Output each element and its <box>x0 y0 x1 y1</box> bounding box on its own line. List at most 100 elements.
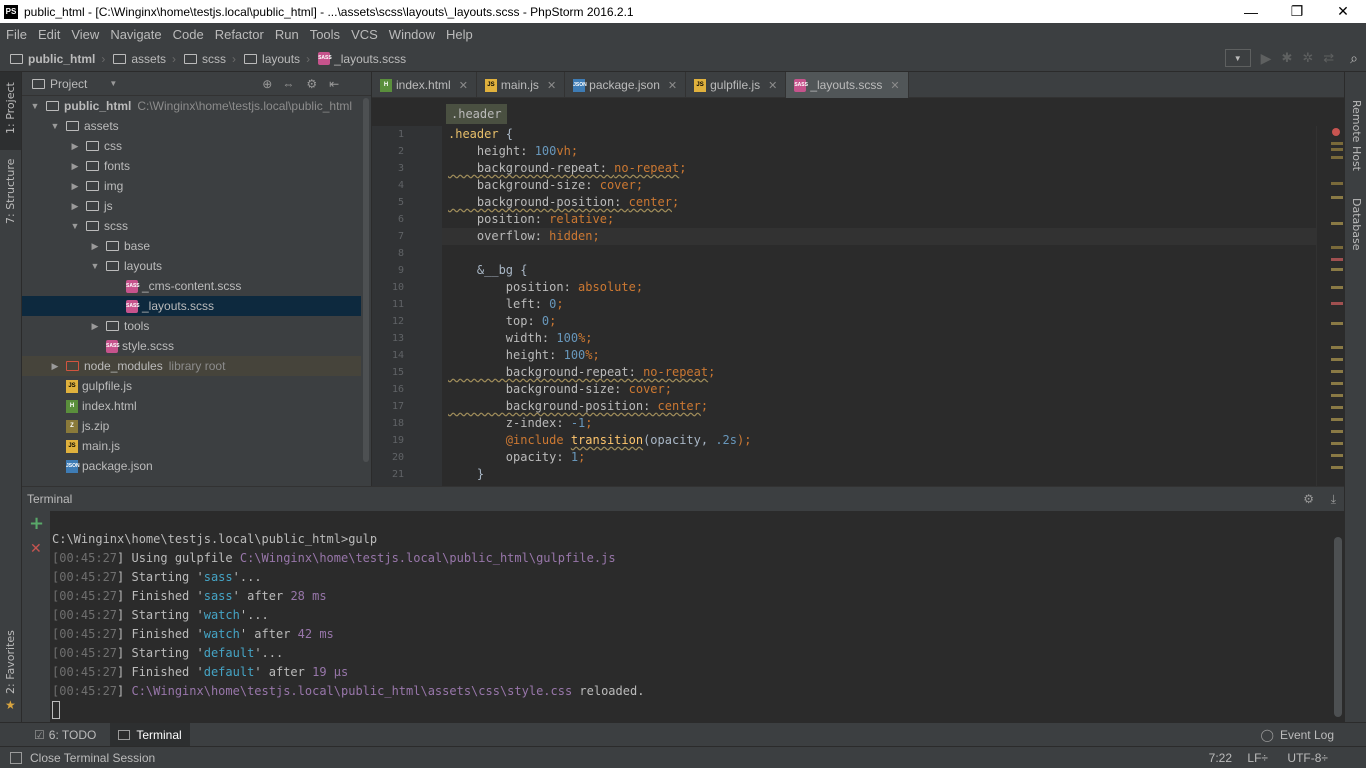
menu-file[interactable]: File <box>0 27 32 42</box>
minimize-button[interactable]: — <box>1228 0 1274 23</box>
file-encoding[interactable]: UTF-8÷ <box>1287 751 1328 765</box>
code-editor[interactable]: .header 1 2 3 4 5 6 7 8 9 10 11 12 13 14 15 16 17 18 19 20 2… <box>372 98 1344 486</box>
code-line[interactable]: opacity: 1; <box>448 449 586 466</box>
editor-tab[interactable]: JSON package.json ✕ <box>565 72 687 98</box>
tree-item[interactable]: ▼ scss <box>22 216 362 236</box>
code-line[interactable]: position: relative; <box>448 211 614 228</box>
menu-refactor[interactable]: Refactor <box>209 27 269 42</box>
close-tab-icon[interactable]: ✕ <box>547 79 556 92</box>
warning-marker[interactable] <box>1331 258 1343 261</box>
chevron-down-icon[interactable]: ▼ <box>28 101 42 111</box>
chevron-right-icon[interactable]: ▶ <box>88 321 102 332</box>
warning-marker[interactable] <box>1331 182 1343 185</box>
editor-tab[interactable]: SASS _layouts.scss ✕ <box>786 72 909 98</box>
menu-code[interactable]: Code <box>167 27 209 42</box>
breadcrumb-item[interactable]: SASS _layouts.scss <box>314 52 410 66</box>
tree-item[interactable]: ▶ js <box>22 196 362 216</box>
close-tab-icon[interactable]: ✕ <box>459 79 468 92</box>
code-line[interactable]: background-position: center; <box>448 398 708 415</box>
tree-item[interactable]: SASS _cms-content.scss <box>22 276 362 296</box>
menu-help[interactable]: Help <box>440 27 478 42</box>
code-line[interactable]: background-repeat: no-repeat; <box>448 364 716 381</box>
line-separator[interactable]: LF÷ <box>1247 751 1268 765</box>
code-line[interactable]: position: absolute; <box>448 279 643 296</box>
warning-marker[interactable] <box>1331 268 1343 271</box>
new-session-icon[interactable]: + <box>29 513 44 534</box>
tree-item[interactable]: ▼ assets <box>22 116 362 136</box>
close-tab-icon[interactable]: ✕ <box>768 79 777 92</box>
tree-item[interactable]: ▶ fonts <box>22 156 362 176</box>
close-tab-icon[interactable]: ✕ <box>890 79 899 92</box>
tree-item[interactable]: JSON package.json <box>22 456 362 476</box>
maximize-button[interactable]: ❐ <box>1274 0 1320 23</box>
code-line[interactable]: background-size: cover; <box>448 177 643 194</box>
search-everywhere-icon[interactable]: ⌕ <box>1350 50 1358 67</box>
code-area[interactable]: .header { height: 100vh; background-repe… <box>372 126 1316 486</box>
chevron-right-icon[interactable]: ▶ <box>68 201 82 212</box>
code-line[interactable]: } <box>448 466 484 483</box>
menu-edit[interactable]: Edit <box>32 27 65 42</box>
breadcrumb-item[interactable]: scss › <box>180 52 240 66</box>
breadcrumb-item[interactable]: layouts › <box>240 52 314 66</box>
toggle-tool-windows-icon[interactable] <box>10 751 22 764</box>
warning-marker[interactable] <box>1331 246 1343 249</box>
tree-item[interactable]: Zjs.zip <box>22 416 362 436</box>
code-line[interactable]: .header { <box>448 126 513 143</box>
menu-tools[interactable]: Tools <box>304 27 345 42</box>
project-view-selector[interactable]: Project <box>50 77 87 91</box>
tree-item[interactable]: ▶ node_modules library root <box>22 356 362 376</box>
error-stripe[interactable] <box>1316 126 1344 486</box>
tree-item[interactable]: ▶ css <box>22 136 362 156</box>
chevron-right-icon[interactable]: ▶ <box>48 361 62 372</box>
tree-item[interactable]: Hindex.html <box>22 396 362 416</box>
remote-host-tool-label[interactable]: Remote Host <box>1350 100 1363 171</box>
menu-view[interactable]: View <box>65 27 104 42</box>
close-tab-icon[interactable]: ✕ <box>668 79 677 92</box>
code-line[interactable]: width: 100%; <box>448 330 593 347</box>
tree-item[interactable]: SASS _layouts.scss <box>22 296 362 316</box>
warning-marker[interactable] <box>1331 346 1343 349</box>
warning-marker[interactable] <box>1331 148 1343 151</box>
terminal-scrollbar[interactable] <box>1334 537 1342 717</box>
code-line[interactable]: top: 0; <box>448 313 557 330</box>
menu-window[interactable]: Window <box>383 27 440 42</box>
warning-marker[interactable] <box>1331 442 1343 445</box>
project-scrollbar[interactable] <box>361 96 371 462</box>
code-line[interactable]: &__bg { <box>448 262 528 279</box>
hide-panel-icon[interactable]: ⇤ <box>329 77 339 91</box>
breadcrumb-item[interactable]: assets › <box>109 52 180 66</box>
tree-item[interactable]: ▶ img <box>22 176 362 196</box>
warning-marker[interactable] <box>1331 142 1343 145</box>
chevron-down-icon[interactable]: ▼ <box>68 221 82 231</box>
tab-todo[interactable]: ☑ 6: TODO <box>28 728 102 742</box>
tree-item[interactable]: SASS style.scss <box>22 336 362 356</box>
gear-icon[interactable]: ⚙ <box>1303 492 1314 506</box>
favorites-tool-label[interactable]: 2: Favorites <box>4 630 17 694</box>
editor-tab[interactable]: Hindex.html ✕ <box>372 72 477 98</box>
debug-icon[interactable]: ✱ <box>1281 50 1292 66</box>
warning-marker[interactable] <box>1331 358 1343 361</box>
code-line[interactable]: background-repeat: no-repeat; <box>448 160 687 177</box>
hide-panel-icon[interactable]: ⤓ <box>1331 492 1336 507</box>
code-line[interactable]: background-position: center; <box>448 194 679 211</box>
coverage-icon[interactable]: ✲ <box>1302 50 1313 66</box>
scroll-from-source-icon[interactable]: ⊕ <box>262 77 272 91</box>
gear-icon[interactable]: ⚙ <box>306 77 317 91</box>
warning-marker[interactable] <box>1331 418 1343 421</box>
close-session-icon[interactable]: ✕ <box>30 541 42 557</box>
database-tool-label[interactable]: Database <box>1350 198 1363 251</box>
warning-marker[interactable] <box>1331 430 1343 433</box>
editor-tab[interactable]: JS gulpfile.js ✕ <box>686 72 787 98</box>
tree-item[interactable]: JS main.js <box>22 436 362 456</box>
tree-item[interactable]: JS gulpfile.js <box>22 376 362 396</box>
code-line[interactable]: overflow: hidden; <box>442 228 1316 245</box>
warning-marker[interactable] <box>1331 466 1343 469</box>
tab-event-log[interactable]: ◯ Event Log <box>1261 728 1334 742</box>
warning-marker[interactable] <box>1331 156 1343 159</box>
chevron-right-icon[interactable]: ▶ <box>68 141 82 152</box>
chevron-down-icon[interactable]: ▼ <box>48 121 62 131</box>
warning-marker[interactable] <box>1331 286 1343 289</box>
close-window-button[interactable]: ✕ <box>1320 0 1366 23</box>
code-line[interactable]: left: 0; <box>448 296 564 313</box>
warning-marker[interactable] <box>1331 370 1343 373</box>
